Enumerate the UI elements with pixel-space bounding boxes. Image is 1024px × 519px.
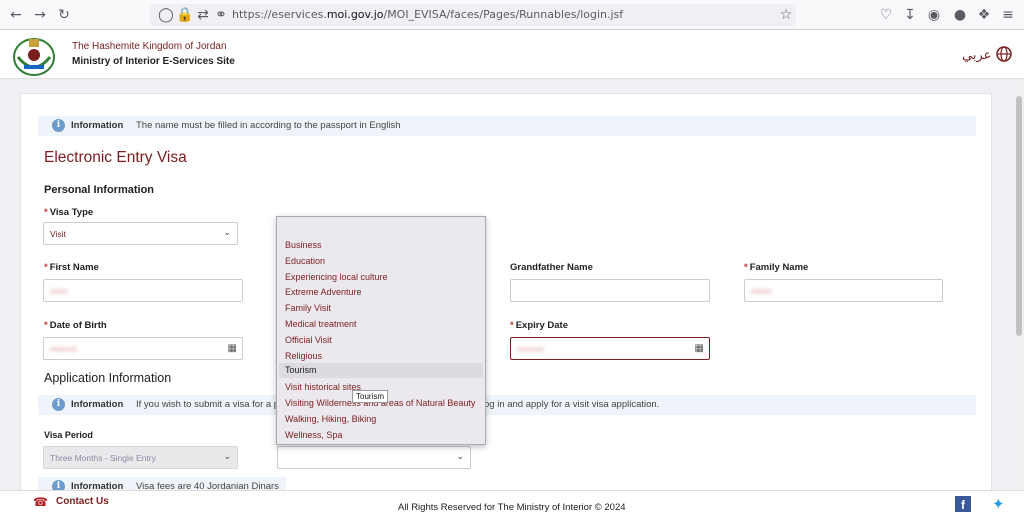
option-medical-treatment[interactable]: Medical treatment <box>285 319 357 329</box>
site-title: Ministry of Interior E-Services Site <box>72 56 235 67</box>
visit-purpose-dropdown-list: Business Education Experiencing local cu… <box>276 216 486 445</box>
date-of-birth-label: * Date of Birth <box>44 320 107 331</box>
chevron-down-icon: ⌄ <box>223 228 231 238</box>
permissions-icon[interactable]: ⇄ <box>195 7 211 23</box>
copyright-text: All Rights Reserved for The Ministry of … <box>398 502 626 513</box>
family-name-value: ••••••• <box>751 286 772 296</box>
option-education[interactable]: Education <box>285 256 325 266</box>
option-official-visit[interactable]: Official Visit <box>285 335 332 345</box>
date-of-birth-input[interactable]: ••••••••• ▦ <box>43 337 243 360</box>
info-banner-fees: i Information Visa fees are 40 Jordanian… <box>38 477 286 490</box>
back-icon[interactable]: ← <box>8 7 24 23</box>
option-business[interactable]: Business <box>285 240 322 250</box>
site-header: The Hashemite Kingdom of Jordan Ministry… <box>0 30 1024 79</box>
jordan-emblem-icon <box>13 38 55 76</box>
visa-type-select[interactable]: Visit ⌄ <box>43 222 238 245</box>
option-extreme-adventure[interactable]: Extreme Adventure <box>285 287 362 297</box>
twitter-icon[interactable]: ✦ <box>992 495 1005 513</box>
section-personal-information: Personal Information <box>44 184 155 196</box>
info-label: Information <box>71 481 124 490</box>
kingdom-name: The Hashemite Kingdom of Jordan <box>72 41 227 52</box>
account-icon[interactable]: ◉ <box>926 7 942 23</box>
info-banner-visit: i Information If you wish to submit a vi… <box>38 395 976 415</box>
menu-icon[interactable]: ≡ <box>1000 7 1016 23</box>
facebook-icon[interactable]: f <box>955 496 971 512</box>
phone-icon[interactable]: ☎ <box>33 495 48 509</box>
info-label: Information <box>71 399 124 410</box>
info-text: The name must be filled in according to … <box>136 120 401 131</box>
info-icon: i <box>52 480 65 490</box>
visa-period-label: Visa Period <box>44 430 93 440</box>
shield-icon[interactable]: ◯ <box>158 7 174 23</box>
first-name-input[interactable]: •••••• <box>43 279 243 302</box>
visit-purpose-select[interactable]: ⌄ <box>277 446 471 469</box>
info-banner-name: i Information The name must be filled in… <box>38 116 976 136</box>
first-name-label: * First Name <box>44 262 99 273</box>
date-of-birth-value: ••••••••• <box>50 344 77 354</box>
expiry-date-label: * Expiry Date <box>510 320 568 331</box>
first-name-value: •••••• <box>50 286 68 296</box>
footer: ☎ Contact Us All Rights Reserved for The… <box>0 490 1024 519</box>
family-name-label: * Family Name <box>744 262 809 273</box>
extensions-puzzle-icon[interactable]: ❖ <box>976 7 992 23</box>
visa-period-value: Three Months - Single Entry <box>50 453 156 463</box>
page-title: Electronic Entry Visa <box>44 149 187 166</box>
expiry-date-value: ••••••••• <box>517 344 544 354</box>
section-application-information: Application Information <box>44 371 172 385</box>
option-wellness-spa[interactable]: Wellness, Spa <box>285 430 342 440</box>
lock-icon[interactable]: 🔒 <box>176 7 193 23</box>
option-tourism[interactable]: Tourism <box>279 363 483 378</box>
visa-type-label: * Visa Type <box>44 207 94 218</box>
language-toggle[interactable]: عربي <box>962 48 991 63</box>
grandfather-name-input[interactable] <box>510 279 710 302</box>
reload-icon[interactable]: ↻ <box>56 7 72 23</box>
info-text: If you wish to submit a visa for a p <box>136 399 280 410</box>
bookmark-star-icon[interactable]: ☆ <box>778 7 794 23</box>
info-text: Visa fees are 40 Jordanian Dinars <box>136 481 279 490</box>
family-name-input[interactable]: ••••••• <box>744 279 943 302</box>
extension-icon[interactable]: ● <box>952 7 968 23</box>
info-text-cont: og in and apply for a visit visa applica… <box>484 399 660 410</box>
option-family-visit[interactable]: Family Visit <box>285 303 331 313</box>
pocket-icon[interactable]: ♡ <box>878 7 894 23</box>
option-local-culture[interactable]: Experiencing local culture <box>285 272 388 282</box>
chevron-down-icon: ⌄ <box>456 452 464 462</box>
option-historical-sites[interactable]: Visit historical sites <box>285 382 361 392</box>
download-icon[interactable]: ↧ <box>902 7 918 23</box>
url-text: https://eservices.moi.gov.jo/MOI_EVISA/f… <box>232 8 624 21</box>
grandfather-name-label: Grandfather Name <box>510 262 593 273</box>
scrollbar-thumb[interactable] <box>1016 96 1022 336</box>
info-icon: i <box>52 119 65 132</box>
visa-period-select[interactable]: Three Months - Single Entry ⌄ <box>43 446 238 469</box>
key-icon[interactable]: ⚭ <box>213 7 229 23</box>
globe-icon[interactable] <box>996 46 1012 62</box>
expiry-date-input[interactable]: ••••••••• ▦ <box>510 337 710 360</box>
calendar-icon[interactable]: ▦ <box>228 343 237 354</box>
option-walking-hiking[interactable]: Walking, Hiking, Biking <box>285 414 376 424</box>
tooltip: Tourism <box>352 390 389 403</box>
calendar-icon[interactable]: ▦ <box>695 343 704 354</box>
contact-us-link[interactable]: Contact Us <box>56 496 109 507</box>
chevron-down-icon: ⌄ <box>223 452 231 462</box>
browser-toolbar: ← → ↻ ◯ 🔒 ⇄ ⚭ https://eservices.moi.gov.… <box>0 0 1024 30</box>
forward-icon[interactable]: → <box>32 7 48 23</box>
option-religious[interactable]: Religious <box>285 351 322 361</box>
visa-type-value: Visit <box>50 229 66 239</box>
info-icon: i <box>52 398 65 411</box>
info-label: Information <box>71 120 124 131</box>
